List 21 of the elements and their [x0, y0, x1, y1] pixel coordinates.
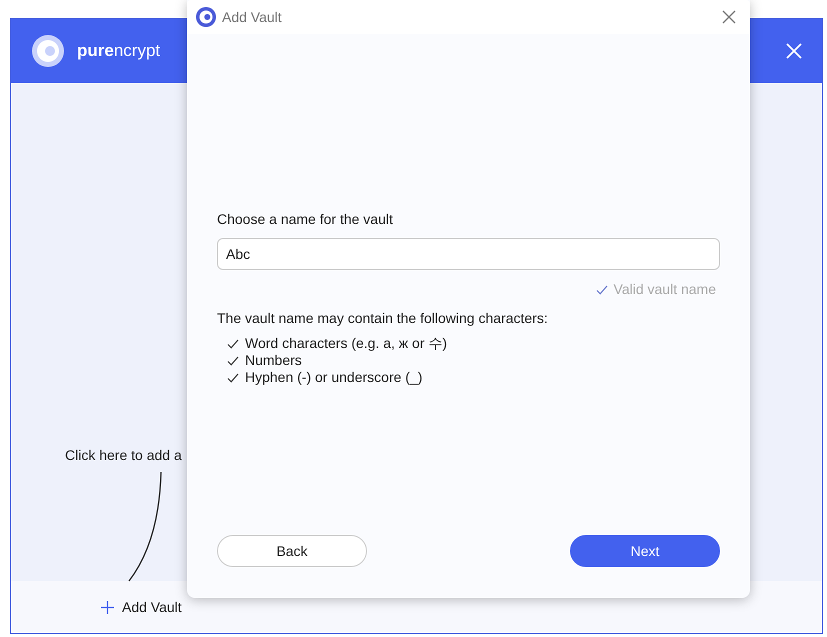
dialog-title: Add Vault	[222, 8, 282, 26]
plus-icon	[101, 600, 114, 614]
next-button[interactable]: Next	[570, 535, 720, 567]
rule-text: Numbers	[245, 351, 302, 370]
check-icon	[227, 372, 239, 382]
check-icon	[227, 356, 239, 366]
field-label: Choose a name for the vault	[217, 210, 394, 229]
name-input-field[interactable]: Abc	[217, 238, 720, 270]
rules-heading: The vault name may contain the following characters:	[217, 309, 549, 328]
logo-icon	[196, 7, 216, 27]
logo-icon	[31, 34, 65, 68]
back-button[interactable]: Back	[217, 535, 367, 567]
brand-name: purencrypt	[77, 40, 160, 62]
rule-text: Hyphen (-) or underscore (_)	[245, 368, 422, 387]
validation-text: Valid vault name	[614, 280, 716, 299]
hint-text: Click here to add a	[65, 446, 182, 465]
check-icon	[596, 284, 608, 294]
close-icon[interactable]	[722, 10, 736, 24]
rule-text: Word characters (e.g. a, ж or 수)	[245, 334, 448, 353]
check-icon	[227, 338, 239, 348]
add-vault-button[interactable]: Add Vault	[101, 596, 182, 618]
